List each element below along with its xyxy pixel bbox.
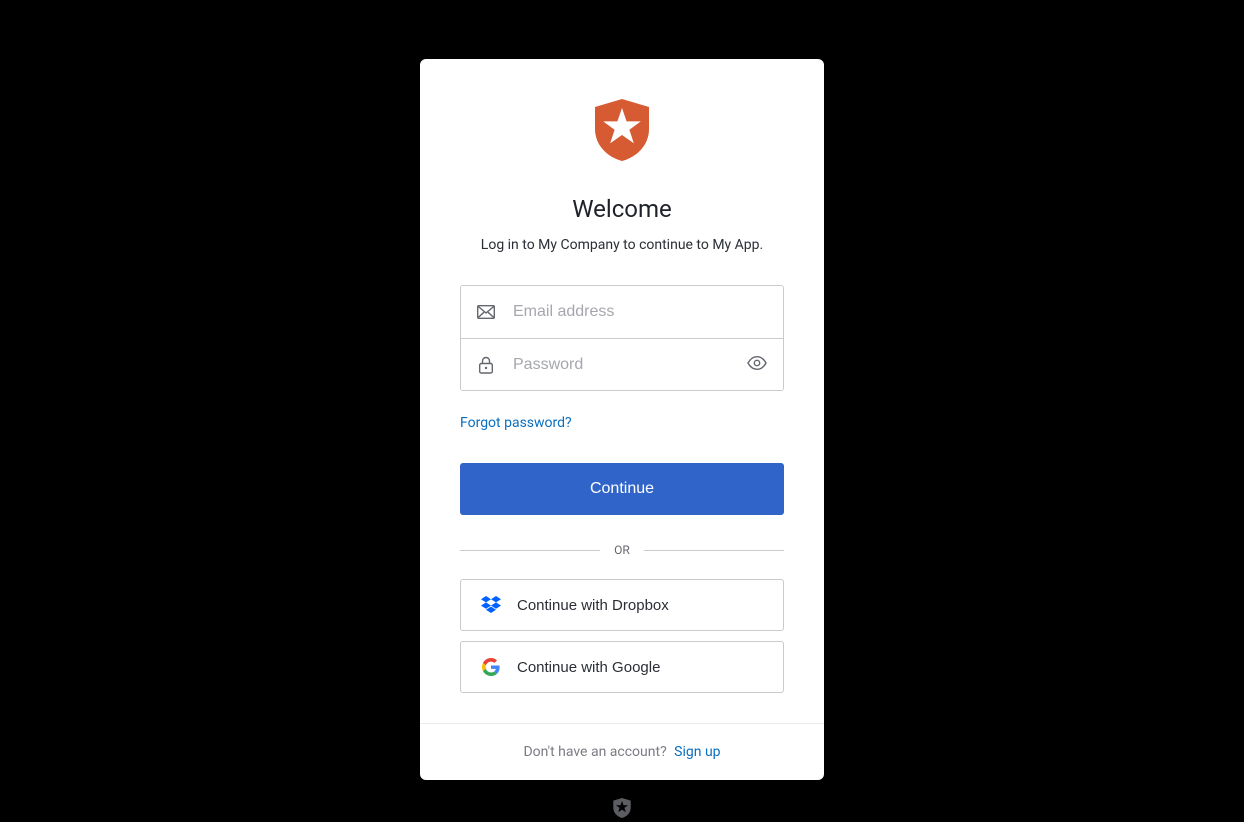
dropbox-icon	[481, 595, 501, 615]
email-input[interactable]	[513, 303, 767, 321]
password-input[interactable]	[513, 356, 747, 374]
dropbox-button-label: Continue with Dropbox	[517, 597, 669, 614]
page-title: Welcome	[572, 195, 672, 223]
forgot-password-link[interactable]: Forgot password?	[460, 415, 572, 431]
auth-provider-badge	[613, 798, 631, 822]
lock-icon	[477, 356, 495, 374]
email-row	[461, 286, 783, 338]
brand-logo	[595, 99, 649, 165]
card-main: Welcome Log in to My Company to continue…	[420, 59, 824, 723]
continue-with-google-button[interactable]: Continue with Google	[460, 641, 784, 693]
login-card: Welcome Log in to My Company to continue…	[420, 59, 824, 780]
shield-star-icon	[595, 99, 649, 165]
divider-line-left	[460, 550, 600, 551]
google-icon	[481, 657, 501, 677]
shield-star-icon	[613, 798, 631, 822]
divider-label: OR	[614, 543, 630, 557]
divider-line-right	[644, 550, 784, 551]
signup-link[interactable]: Sign up	[674, 744, 720, 760]
footer-prompt: Don't have an account?	[523, 744, 666, 760]
continue-with-dropbox-button[interactable]: Continue with Dropbox	[460, 579, 784, 631]
credentials-group	[460, 285, 784, 391]
toggle-password-visibility-button[interactable]	[747, 356, 767, 373]
google-button-label: Continue with Google	[517, 659, 660, 676]
eye-icon	[747, 356, 767, 373]
mail-icon	[477, 303, 495, 321]
page-subtitle: Log in to My Company to continue to My A…	[481, 237, 763, 253]
divider: OR	[460, 543, 784, 557]
continue-button[interactable]: Continue	[460, 463, 784, 515]
password-row	[461, 338, 783, 390]
card-footer: Don't have an account? Sign up	[420, 723, 824, 780]
